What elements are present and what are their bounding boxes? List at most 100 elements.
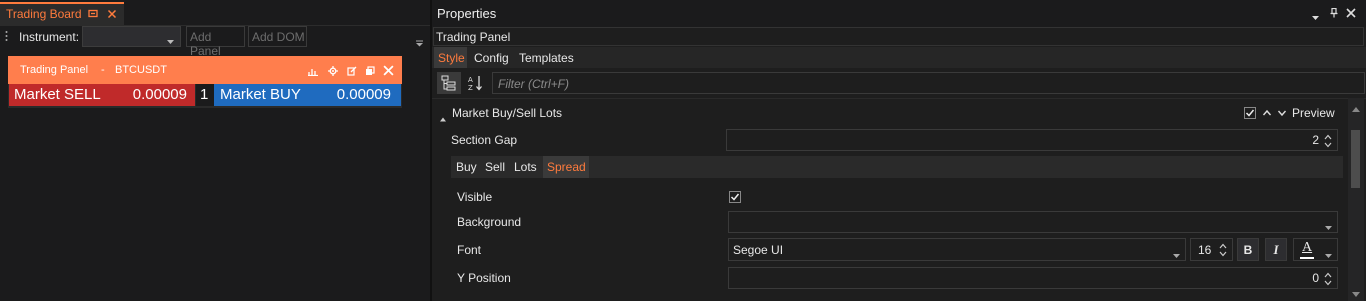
chevron-down-icon	[1173, 248, 1180, 262]
subtab-buy[interactable]: Buy	[452, 156, 479, 178]
tab-config-label: Config	[474, 51, 509, 65]
move-up-icon[interactable]	[1262, 108, 1272, 118]
font-color-glyph: A	[1302, 240, 1313, 255]
trading-panel-title: Trading Panel	[20, 64, 89, 76]
chevron-down-icon	[167, 34, 174, 48]
spin-arrows-icon[interactable]	[1324, 132, 1332, 150]
add-panel-button[interactable]: Add Panel	[186, 26, 245, 58]
font-size-value: 16	[1198, 243, 1212, 257]
close-tab-icon[interactable]	[107, 9, 117, 19]
font-family-value: Segoe UI	[733, 243, 784, 257]
toolbar-grip-icon[interactable]	[5, 30, 8, 47]
toolbar-overflow-icon[interactable]	[416, 36, 423, 50]
instrument-select[interactable]	[82, 26, 181, 47]
visible-label: Visible	[457, 190, 493, 204]
add-panel-label: Add Panel	[190, 30, 221, 58]
tab-style[interactable]: Style	[434, 47, 467, 68]
properties-title: Properties	[437, 6, 497, 21]
categorized-view-button[interactable]	[437, 72, 461, 94]
scroll-up-icon[interactable]	[1352, 101, 1360, 115]
preview-label: Preview	[1292, 106, 1335, 120]
subtab-lots[interactable]: Lots	[510, 156, 542, 178]
y-position-label: Y Position	[457, 271, 511, 285]
section-collapse-icon[interactable]	[440, 111, 446, 125]
tab-templates[interactable]: Templates	[516, 47, 578, 68]
quantity-value: 1	[200, 86, 209, 103]
quantity-field[interactable]: 1	[196, 84, 214, 106]
vertical-scrollbar[interactable]	[1348, 98, 1364, 301]
sort-az-icon: AZ	[468, 75, 484, 94]
bold-button[interactable]: B	[1237, 238, 1259, 261]
italic-label: I	[1273, 241, 1279, 257]
tab-style-label: Style	[438, 51, 465, 65]
spin-arrows-icon[interactable]	[1219, 241, 1227, 259]
visible-checkbox[interactable]	[729, 191, 741, 203]
trading-panel-symbol: BTCUSDT	[115, 64, 167, 76]
tab-templates-label: Templates	[519, 51, 574, 65]
market-sell-button[interactable]: Market SELL 0.00009	[9, 84, 195, 106]
tab-trading-board[interactable]: Trading Board	[0, 2, 124, 26]
maximize-icon[interactable]	[365, 66, 375, 76]
market-sell-price: 0.00009	[132, 86, 187, 103]
object-selector[interactable]: Trading Panel	[433, 27, 1364, 46]
svg-text:A: A	[468, 76, 473, 84]
filter-input[interactable]: Filter (Ctrl+F)	[492, 72, 1365, 94]
subtab-sell-label: Sell	[485, 160, 506, 174]
font-color-picker[interactable]: A	[1293, 238, 1338, 261]
chevron-down-icon	[1325, 220, 1332, 234]
trading-panel-header[interactable]: Trading Panel - BTCUSDT	[8, 56, 402, 84]
chart-icon[interactable]	[308, 66, 318, 76]
section-gap-value: 2	[1312, 133, 1319, 147]
object-name: Trading Panel	[436, 30, 511, 44]
subtab-lots-label: Lots	[514, 160, 537, 174]
close-panel-icon[interactable]	[383, 65, 394, 79]
pin-tab-icon[interactable]	[88, 9, 98, 19]
subtab-spread[interactable]: Spread	[543, 156, 589, 178]
spin-arrows-icon[interactable]	[1324, 270, 1332, 288]
scroll-down-icon[interactable]	[1352, 286, 1360, 300]
market-buy-price: 0.00009	[336, 86, 391, 103]
svg-text:Z: Z	[468, 84, 473, 91]
y-position-stepper[interactable]: 0	[728, 267, 1338, 289]
preview-checkbox[interactable]	[1244, 107, 1256, 119]
chevron-down-icon	[1325, 248, 1332, 262]
edit-icon[interactable]	[347, 66, 357, 76]
section-title: Market Buy/Sell Lots	[452, 106, 563, 120]
section-gap-stepper[interactable]: 2	[726, 129, 1338, 151]
settings-gear-icon[interactable]	[328, 66, 338, 76]
bold-label: B	[1243, 242, 1253, 257]
font-label: Font	[457, 243, 482, 257]
properties-pane: Properties Trading Panel Style Config Te…	[432, 0, 1366, 301]
add-dom-label: Add DOM	[252, 30, 305, 44]
y-position-value: 0	[1312, 271, 1319, 285]
market-buy-button[interactable]: Market BUY 0.00009	[214, 84, 401, 106]
market-buy-label: Market BUY	[220, 86, 301, 103]
tab-trading-board-label: Trading Board	[6, 7, 82, 21]
background-label: Background	[457, 215, 522, 229]
categorized-icon	[441, 75, 457, 94]
pin-icon[interactable]	[1329, 8, 1339, 18]
subtab-sell[interactable]: Sell	[481, 156, 508, 178]
background-color-select[interactable]	[728, 211, 1338, 233]
font-family-select[interactable]: Segoe UI	[728, 238, 1186, 261]
subtab-spread-label: Spread	[547, 160, 586, 174]
trading-panel-widget: Trading Panel - BTCUSDT Market SELL 0.00…	[8, 56, 402, 108]
tab-config[interactable]: Config	[470, 47, 514, 68]
instrument-label: Instrument:	[19, 30, 80, 44]
section-gap-label: Section Gap	[451, 133, 518, 147]
move-down-icon[interactable]	[1277, 108, 1287, 118]
filter-placeholder: Filter (Ctrl+F)	[498, 77, 569, 91]
font-color-swatch	[1300, 257, 1314, 259]
close-icon[interactable]	[1346, 8, 1356, 18]
font-size-stepper[interactable]: 16	[1190, 238, 1233, 261]
alphabetical-view-button[interactable]: AZ	[464, 72, 488, 94]
trading-panel-separator: -	[101, 64, 105, 76]
subtab-buy-label: Buy	[456, 160, 477, 174]
dropdown-icon[interactable]	[1312, 10, 1319, 24]
properties-header: Properties	[432, 0, 1366, 27]
scrollbar-thumb[interactable]	[1351, 130, 1360, 188]
italic-button[interactable]: I	[1265, 238, 1287, 261]
add-dom-button[interactable]: Add DOM	[248, 26, 307, 47]
market-sell-label: Market SELL	[14, 86, 101, 103]
trading-board-pane: Trading Board Instrument: Add Panel Add …	[0, 0, 430, 301]
